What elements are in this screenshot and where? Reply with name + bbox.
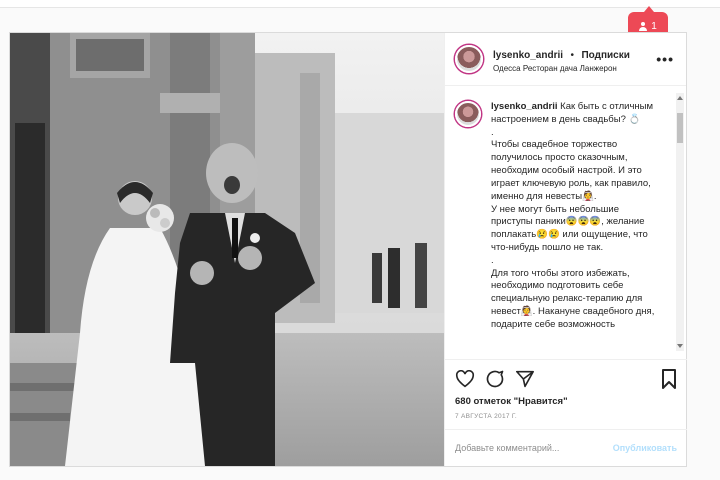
- share-icon[interactable]: [515, 370, 535, 388]
- header-info: lysenko_andrii • Подписки Одесса Рестора…: [493, 44, 630, 74]
- caption-comment: lysenko_andrii Как быть с отличным настр…: [455, 101, 675, 332]
- likes-count[interactable]: 680 отметок "Нравится": [455, 396, 677, 407]
- caption-paragraph: .: [491, 254, 494, 266]
- post-sidebar: lysenko_andrii • Подписки Одесса Рестора…: [444, 33, 687, 466]
- add-comment-bar: Опубликовать: [445, 429, 687, 466]
- action-icons: [455, 368, 677, 390]
- caption-paragraph: .: [491, 126, 494, 138]
- caption-scrollbar[interactable]: [676, 93, 684, 351]
- top-bar: [0, 0, 720, 8]
- username-link[interactable]: lysenko_andrii: [493, 50, 563, 61]
- bookmark-icon[interactable]: [661, 369, 677, 389]
- caption-area: lysenko_andrii Как быть с отличным настр…: [445, 87, 687, 357]
- post-actions: 680 отметок "Нравится" 7 АВГУСТА 2017 Г.: [445, 359, 687, 428]
- comment-icon[interactable]: [485, 369, 505, 389]
- heart-icon[interactable]: [455, 370, 475, 388]
- post-photo[interactable]: [10, 33, 444, 466]
- scroll-down-icon[interactable]: [677, 344, 683, 348]
- avatar[interactable]: [455, 45, 483, 73]
- caption-text: lysenko_andrii Как быть с отличным настр…: [491, 101, 661, 332]
- post-header: lysenko_andrii • Подписки Одесса Рестора…: [445, 33, 686, 86]
- post-date[interactable]: 7 АВГУСТА 2017 Г.: [455, 413, 677, 420]
- caption-paragraph: У нее могут быть небольшие приступы пани…: [491, 203, 648, 253]
- caption-avatar[interactable]: [455, 101, 481, 127]
- wedding-photo-image: [10, 33, 444, 466]
- separator-dot: •: [570, 50, 574, 61]
- post-card: lysenko_andrii • Подписки Одесса Рестора…: [9, 32, 687, 467]
- more-options-icon[interactable]: •••: [656, 51, 674, 67]
- person-icon: [639, 21, 648, 31]
- notification-count: 1: [651, 20, 657, 32]
- caption-paragraph: Для того чтобы этого избежать, необходим…: [491, 267, 655, 330]
- follow-button[interactable]: Подписки: [581, 50, 629, 61]
- publish-button[interactable]: Опубликовать: [613, 443, 677, 453]
- location-link[interactable]: Одесса Ресторан дача Ланжерон: [493, 64, 630, 74]
- caption-paragraph: Чтобы свадебное торжество получилось про…: [491, 139, 651, 202]
- comment-input[interactable]: [455, 443, 605, 453]
- caption-username[interactable]: lysenko_andrii: [491, 101, 558, 112]
- scrollbar-thumb[interactable]: [677, 113, 683, 143]
- scroll-up-icon[interactable]: [677, 96, 683, 100]
